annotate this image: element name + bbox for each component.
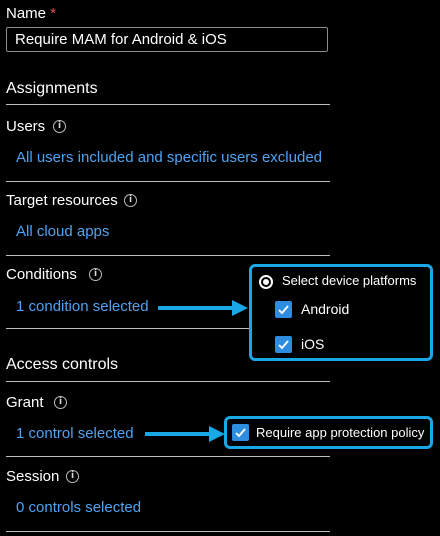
android-label: Android [301, 301, 350, 317]
separator [6, 531, 330, 532]
separator [6, 456, 330, 457]
target-resources-link[interactable]: All cloud apps [16, 223, 109, 240]
assignments-heading: Assignments [6, 80, 98, 97]
conditions-link[interactable]: 1 condition selected [16, 298, 149, 315]
ios-checkbox[interactable] [275, 336, 292, 353]
select-device-platforms-label: Select device platforms [282, 273, 417, 288]
grant-label: Grant [6, 394, 44, 411]
info-icon[interactable]: i [54, 396, 67, 409]
session-label: Session [6, 468, 60, 485]
android-checkbox[interactable] [275, 301, 292, 318]
required-marker: * [50, 5, 57, 22]
separator [6, 104, 330, 105]
checkmark-icon [278, 340, 289, 350]
app-protection-checkbox[interactable] [232, 424, 249, 441]
arrow-right-icon [145, 426, 225, 442]
arrow-right-icon [158, 300, 248, 316]
checkmark-icon [235, 428, 246, 438]
name-input[interactable]: Require MAM for Android & iOS [6, 27, 328, 52]
info-icon[interactable]: i [53, 120, 66, 133]
ios-label: iOS [301, 336, 325, 352]
grant-callout: Require app protection policy [224, 416, 433, 449]
users-label: Users [6, 118, 46, 135]
session-link[interactable]: 0 controls selected [16, 499, 141, 516]
separator [6, 181, 330, 182]
grant-link[interactable]: 1 control selected [16, 425, 134, 442]
conditions-label: Conditions [6, 266, 77, 283]
separator [6, 328, 250, 329]
checkmark-icon [278, 305, 289, 315]
separator [6, 381, 330, 382]
users-link[interactable]: All users included and specific users ex… [16, 149, 322, 166]
access-controls-heading: Access controls [6, 356, 119, 373]
info-icon[interactable]: i [124, 194, 137, 207]
device-platforms-callout: Select device platforms Android iOS [249, 264, 433, 361]
name-label: Name * [6, 5, 57, 22]
info-icon[interactable]: i [89, 268, 102, 281]
radio-icon[interactable] [259, 275, 273, 289]
app-protection-label: Require app protection policy [256, 425, 425, 440]
target-resources-label: Target resources [6, 192, 118, 209]
info-icon[interactable]: i [66, 470, 79, 483]
separator [6, 255, 330, 256]
